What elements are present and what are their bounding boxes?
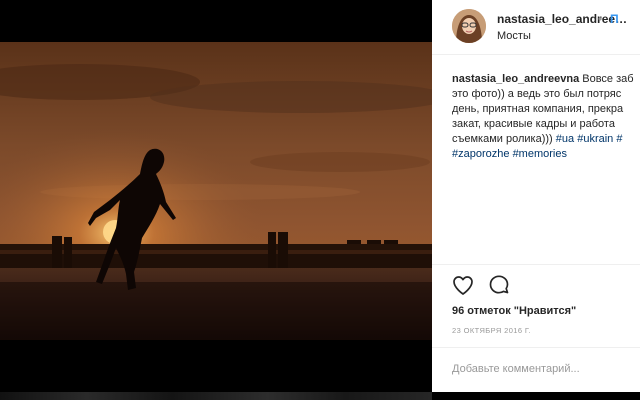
caption-line-5: съемками ролика))) #ua #ukrain # <box>452 132 640 147</box>
caption-text-5: съемками ролика))) <box>452 133 553 145</box>
caption-text-3: день, приятная компания, прекра <box>452 103 624 115</box>
post-header: nastasia_leo_andree… • П Мосты <box>432 0 640 55</box>
hashtag-link[interactable]: #ukrain <box>577 133 613 145</box>
feed-preview-strip <box>0 392 432 400</box>
post-location[interactable]: Мосты <box>497 30 531 42</box>
caption-username[interactable]: nastasia_leo_andreevna <box>452 73 579 85</box>
hashtag-link[interactable]: #zaporozhe <box>452 148 510 160</box>
hashtag-link[interactable]: #ua <box>556 133 574 145</box>
caption-text-4: закат, красивые кадры и работа <box>452 118 615 130</box>
post-details-panel: nastasia_leo_andree… • П Мосты nastasia_… <box>432 0 640 392</box>
like-count[interactable]: 96 отметок "Нравится" <box>452 305 576 317</box>
sunset-silhouette-image <box>0 42 432 340</box>
heart-icon[interactable] <box>451 273 475 297</box>
post-caption: nastasia_leo_andreevna Вовсе заб это фот… <box>452 72 640 162</box>
caption-line: nastasia_leo_andreevna Вовсе заб <box>452 72 640 87</box>
hashtag-link[interactable]: # <box>616 133 622 145</box>
caption-line-6: #zaporozhe #memories <box>452 147 640 162</box>
follow-button[interactable]: П <box>610 12 619 26</box>
avatar-portrait-icon <box>452 9 486 43</box>
hashtag-link[interactable]: #memories <box>513 148 567 160</box>
caption-text-1: Вовсе заб <box>582 73 634 85</box>
separator-dot: • <box>598 12 603 26</box>
post-actions: 96 отметок "Нравится" 23 октября 2016 г. <box>432 264 640 335</box>
comment-bar <box>432 347 640 392</box>
avatar[interactable] <box>452 9 486 43</box>
speech-bubble-icon[interactable] <box>487 273 511 297</box>
comment-input[interactable] <box>452 360 632 378</box>
caption-text-2: это фото)) а ведь это был потряс <box>452 88 622 100</box>
post-username[interactable]: nastasia_leo_andree… <box>497 12 627 26</box>
post-photo[interactable] <box>0 42 432 340</box>
post-date[interactable]: 23 октября 2016 г. <box>452 326 531 335</box>
